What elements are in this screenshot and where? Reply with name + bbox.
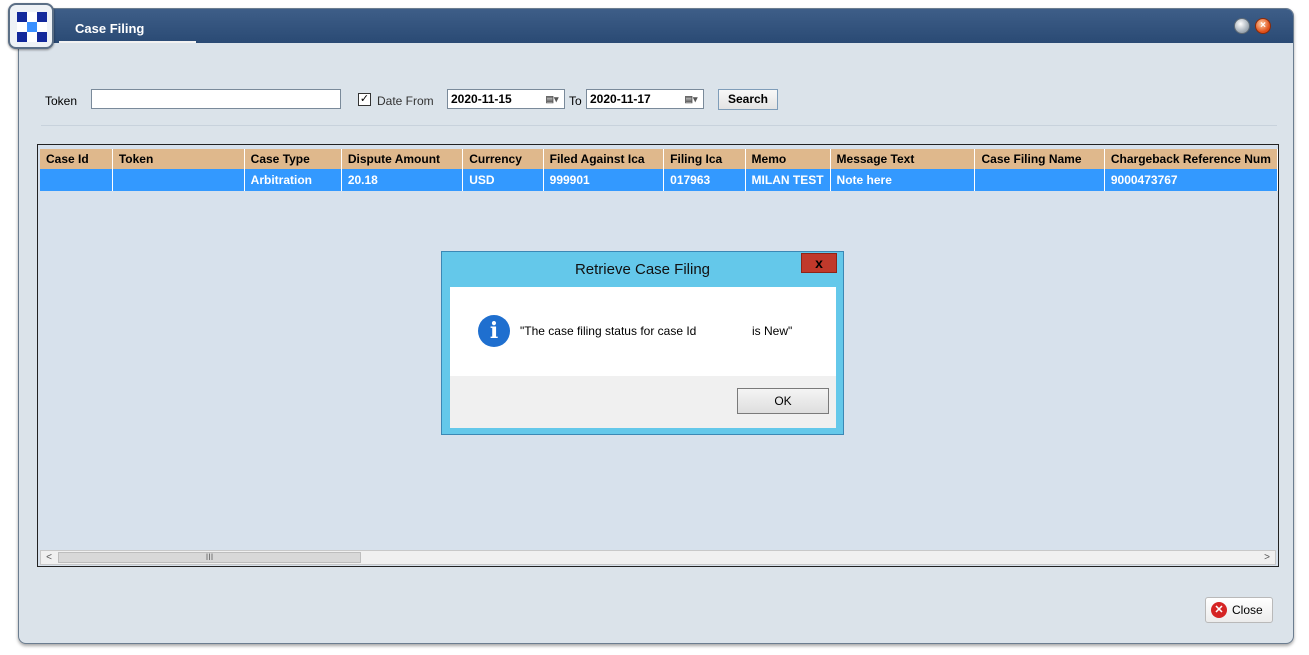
- close-label: Close: [1232, 603, 1263, 617]
- cell-message-text[interactable]: Note here: [830, 169, 976, 191]
- dialog-message-status: is New": [752, 324, 793, 338]
- column-header[interactable]: Case Type: [244, 149, 342, 169]
- dialog-title: Retrieve Case Filing: [574, 261, 711, 278]
- window-close-button[interactable]: ×: [1255, 18, 1271, 34]
- date-from-label: Date From: [377, 94, 434, 108]
- header-row: Case Id Token Case Type Dispute Amount C…: [40, 149, 1279, 169]
- app-logo-icon: [8, 3, 54, 49]
- scroll-right-icon[interactable]: >: [1259, 551, 1275, 564]
- close-button[interactable]: ✕ Close: [1205, 597, 1273, 623]
- divider: [41, 125, 1277, 126]
- retrieve-case-filing-dialog: Retrieve Case Filing x i "The case filin…: [441, 251, 844, 435]
- column-header[interactable]: Dispute Amount: [341, 149, 464, 169]
- info-icon: i: [478, 315, 510, 347]
- title-bar: Case Filing ×: [19, 9, 1293, 43]
- column-header[interactable]: Message Text: [830, 149, 976, 169]
- cell-case-filing-name[interactable]: [974, 169, 1105, 191]
- column-header[interactable]: Memo: [745, 149, 831, 169]
- cell-dispute-amount[interactable]: 20.18: [341, 169, 464, 191]
- date-from-value: 2020-11-15: [451, 92, 512, 106]
- cell-chargeback-reference[interactable]: 9000473767: [1104, 169, 1279, 191]
- close-icon: ✕: [1211, 602, 1227, 618]
- cell-case-id[interactable]: [40, 169, 113, 191]
- token-input[interactable]: [91, 89, 341, 109]
- column-header[interactable]: Chargeback Reference Num: [1104, 149, 1279, 169]
- cell-filed-against-ica[interactable]: 999901: [543, 169, 665, 191]
- calendar-dropdown-icon[interactable]: ▤▾: [681, 92, 701, 106]
- to-label: To: [569, 94, 582, 108]
- calendar-dropdown-icon[interactable]: ▤▾: [542, 92, 562, 106]
- title-tab-underline: [59, 41, 196, 43]
- scroll-left-icon[interactable]: <: [41, 551, 57, 564]
- column-header[interactable]: Case Id: [40, 149, 113, 169]
- column-header[interactable]: Case Filing Name: [974, 149, 1105, 169]
- cell-token[interactable]: [112, 169, 245, 191]
- cell-filing-ica[interactable]: 017963: [663, 169, 746, 191]
- date-from-checkbox[interactable]: ✓: [358, 93, 371, 106]
- column-header[interactable]: Filing Ica: [663, 149, 746, 169]
- case-table: Case Id Token Case Type Dispute Amount C…: [40, 149, 1279, 191]
- horizontal-scrollbar[interactable]: < III >: [40, 550, 1276, 565]
- search-button[interactable]: Search: [718, 89, 778, 110]
- dialog-body: i "The case filing status for case Id is…: [450, 287, 836, 376]
- token-label: Token: [45, 94, 78, 108]
- table-row[interactable]: Arbitration 20.18 USD 999901 017963 MILA…: [40, 169, 1279, 191]
- cell-case-type[interactable]: Arbitration: [244, 169, 342, 191]
- ok-button[interactable]: OK: [737, 388, 829, 414]
- date-to-field[interactable]: 2020-11-17 ▤▾: [586, 89, 704, 109]
- column-header[interactable]: Token: [112, 149, 245, 169]
- date-to-value: 2020-11-17: [590, 92, 651, 106]
- cell-memo[interactable]: MILAN TEST: [745, 169, 831, 191]
- minimize-button[interactable]: [1234, 18, 1250, 34]
- date-from-field[interactable]: 2020-11-15 ▤▾: [447, 89, 565, 109]
- dialog-footer: OK: [450, 376, 836, 428]
- dialog-message: "The case filing status for case Id: [520, 324, 697, 338]
- dialog-close-button[interactable]: x: [801, 253, 837, 273]
- column-header[interactable]: Filed Against Ica: [543, 149, 665, 169]
- window-title: Case Filing: [75, 21, 145, 36]
- cell-currency[interactable]: USD: [462, 169, 544, 191]
- scrollbar-thumb[interactable]: III: [58, 552, 361, 563]
- column-header[interactable]: Currency: [462, 149, 544, 169]
